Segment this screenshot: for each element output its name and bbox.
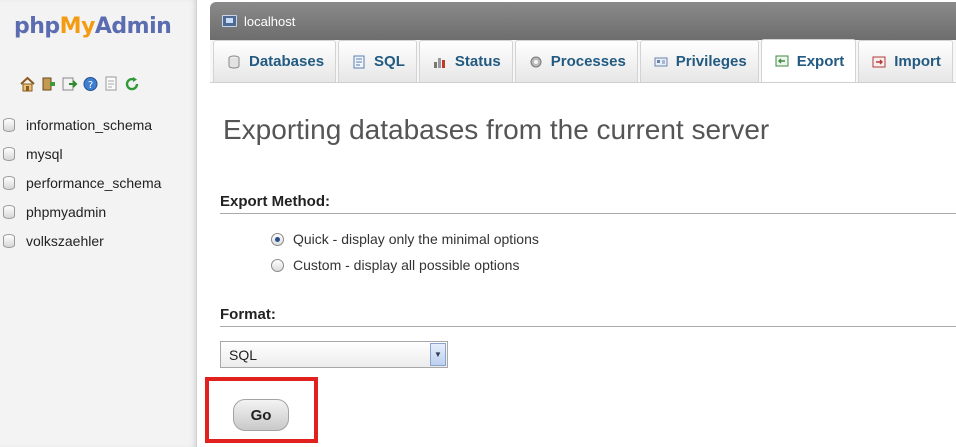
export-method-quick-option[interactable]: Quick - display only the minimal options	[271, 231, 539, 247]
database-name: volkszaehler	[26, 232, 104, 249]
tab-processes[interactable]: Processes	[514, 40, 638, 82]
radio-button-custom[interactable]	[271, 258, 284, 272]
database-icon	[3, 117, 15, 132]
database-name: information_schema	[26, 116, 153, 133]
server-icon	[222, 15, 237, 27]
export-method-heading: Export Method:	[220, 193, 956, 214]
sql-icon	[352, 55, 366, 69]
database-icon	[3, 146, 15, 161]
database-icon	[3, 175, 15, 190]
tab-sql[interactable]: SQL	[338, 40, 417, 82]
database-item[interactable]: information_schema	[0, 110, 197, 139]
database-name: performance_schema	[26, 174, 162, 191]
page-title: Exporting databases from the current ser…	[223, 114, 770, 145]
export-icon	[775, 54, 789, 68]
database-item[interactable]: mysql	[0, 139, 197, 168]
database-item[interactable]: performance_schema	[0, 168, 197, 197]
database-icon	[227, 55, 241, 69]
database-item[interactable]: phpmyadmin	[0, 197, 197, 226]
logo-admin: Admin	[94, 14, 172, 39]
format-heading: Format:	[220, 306, 956, 327]
database-icon	[3, 233, 15, 248]
database-icon	[3, 204, 15, 219]
docs-icon[interactable]	[103, 76, 120, 92]
import-icon	[872, 55, 886, 69]
radio-button-quick[interactable]	[271, 232, 284, 246]
tab-label: Privileges	[675, 53, 747, 70]
tab-label: Databases	[249, 53, 325, 70]
logout-icon[interactable]	[40, 76, 57, 92]
logo-php: php	[14, 14, 60, 39]
navigation-panel: phpMyAdmin ? information_schema mysql pe…	[0, 0, 197, 447]
svg-text:?: ?	[88, 80, 93, 91]
phpmyadmin-logo[interactable]: phpMyAdmin	[14, 14, 172, 44]
format-select[interactable]: SQL ▼	[220, 341, 448, 368]
tab-privileges[interactable]: Privileges	[639, 40, 759, 82]
radio-label-quick: Quick - display only the minimal options	[293, 231, 539, 247]
tab-status[interactable]: Status	[418, 40, 513, 82]
reload-icon[interactable]	[124, 76, 141, 92]
tab-label: Processes	[550, 53, 626, 70]
logo-my: My	[59, 14, 96, 39]
tab-label: SQL	[374, 53, 405, 70]
radio-label-custom: Custom - display all possible options	[293, 257, 520, 273]
tab-label: Export	[796, 52, 845, 70]
tab-databases[interactable]: Databases	[213, 40, 337, 82]
database-item[interactable]: volkszaehler	[0, 226, 197, 255]
export-method-custom-option[interactable]: Custom - display all possible options	[271, 257, 519, 273]
server-breadcrumb-bar: localhost	[210, 2, 956, 40]
home-icon[interactable]	[19, 76, 36, 92]
database-name: mysql	[26, 145, 63, 162]
query-window-icon[interactable]	[61, 76, 78, 92]
tab-export[interactable]: Export	[760, 39, 857, 82]
help-icon[interactable]: ?	[82, 76, 99, 92]
chevron-down-icon[interactable]: ▼	[430, 343, 446, 366]
nav-icon-bar: ?	[19, 76, 141, 92]
database-name: phpmyadmin	[26, 203, 107, 220]
breadcrumb-server[interactable]: localhost	[244, 14, 295, 29]
format-selected-value: SQL	[229, 346, 258, 363]
database-list: information_schema mysql performance_sch…	[0, 110, 197, 255]
tab-label: Status	[454, 53, 501, 70]
tab-import[interactable]: Import	[858, 40, 953, 82]
processes-icon	[529, 55, 543, 69]
privileges-icon	[654, 55, 668, 69]
go-button[interactable]: Go	[233, 399, 289, 431]
main-tabs: Databases SQL Status Processes Privilege…	[210, 39, 956, 83]
status-icon	[433, 55, 447, 69]
tab-label: Import	[894, 53, 941, 70]
